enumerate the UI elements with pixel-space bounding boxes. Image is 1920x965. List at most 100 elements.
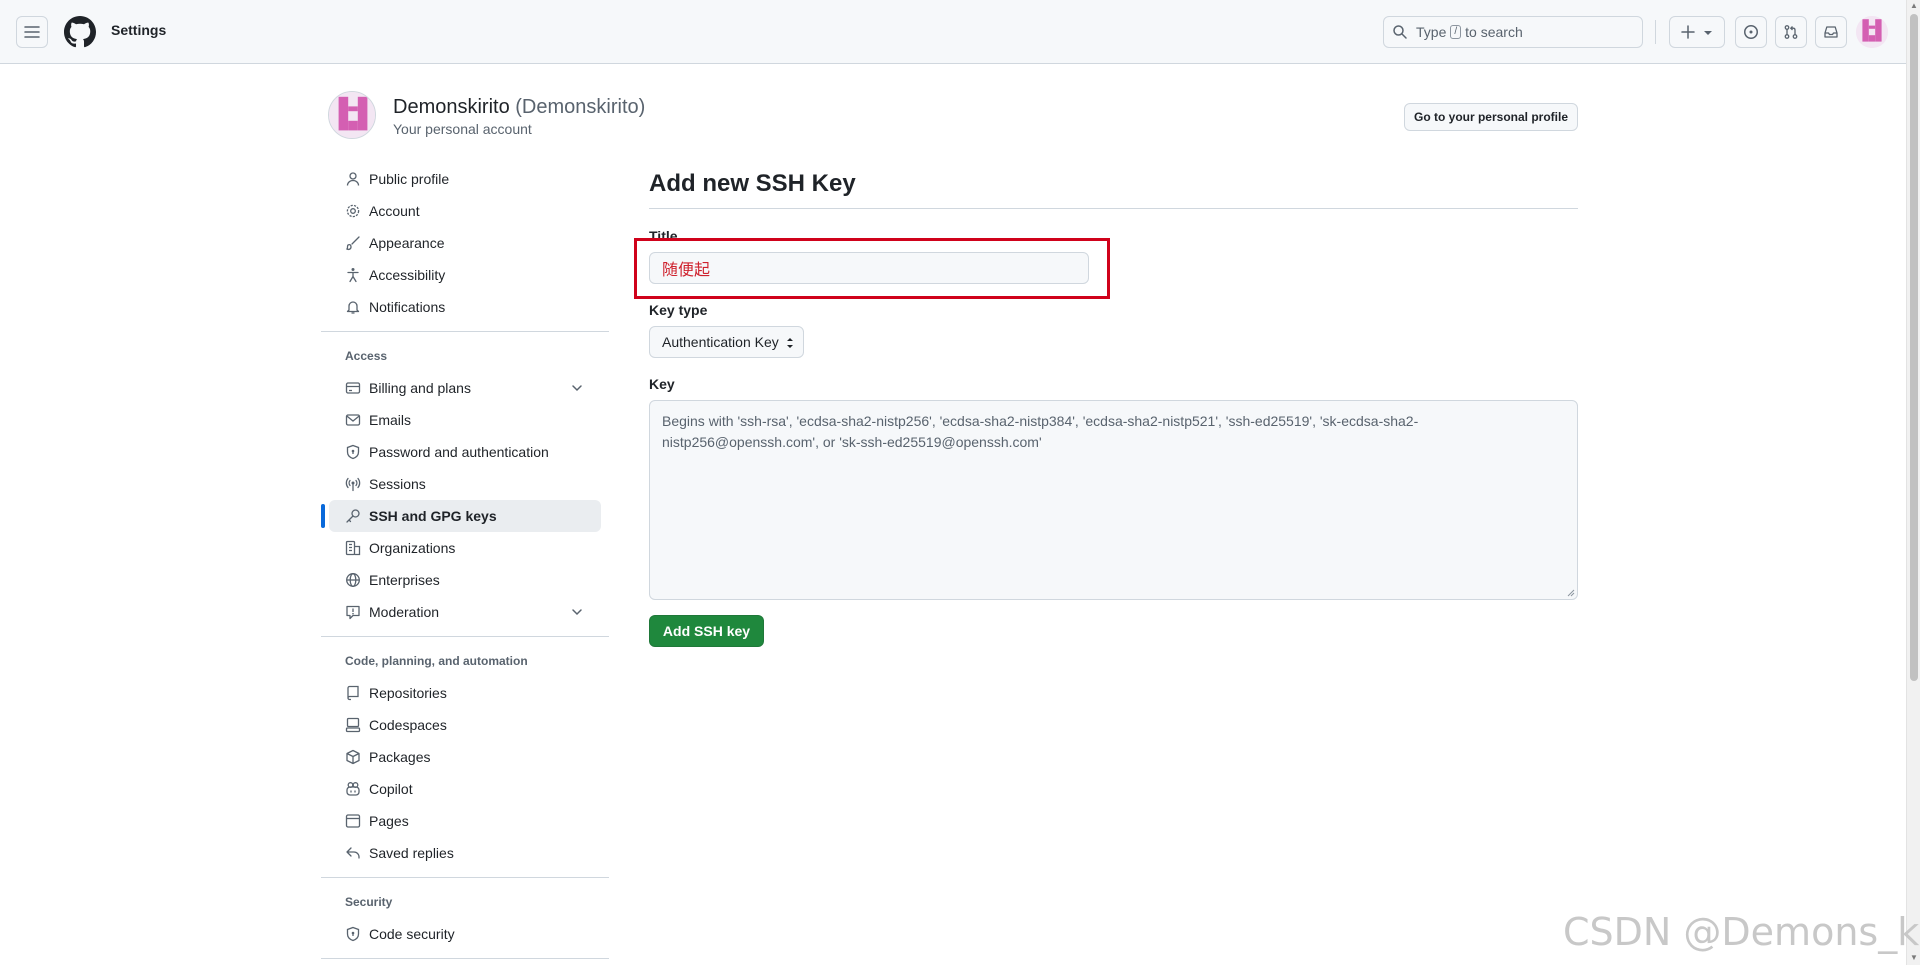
sidebar-item-enterprises[interactable]: Enterprises (329, 564, 601, 596)
page-scrollbar[interactable]: ▲ ▼ (1906, 0, 1920, 965)
account-subtitle: Your personal account (393, 121, 532, 137)
sidebar-item-accessibility[interactable]: Accessibility (329, 259, 601, 291)
sidebar-item-saved-replies[interactable]: Saved replies (329, 837, 601, 869)
key-type-label: Key type (649, 302, 708, 318)
menu-button[interactable] (16, 16, 48, 48)
issue-opened-icon (1744, 25, 1758, 39)
sidebar-item-public-profile[interactable]: Public profile (329, 163, 601, 195)
title-divider (649, 208, 1578, 209)
sidebar-heading-security: Security (345, 895, 393, 909)
sidebar-item-label: Billing and plans (369, 380, 471, 396)
account-login: (Demonskirito) (515, 96, 646, 118)
create-new-button[interactable] (1669, 16, 1725, 48)
sidebar-item-label: Packages (369, 749, 431, 765)
sidebar-item-pages[interactable]: Pages (329, 805, 601, 837)
person-icon (346, 172, 360, 186)
sidebar-item-repositories[interactable]: Repositories (329, 677, 601, 709)
plus-icon (1681, 25, 1695, 39)
broadcast-icon (345, 477, 361, 492)
watermark: CSDN @Demons_kirit (1563, 910, 1920, 954)
app-header: Settings Type / to search (0, 0, 1906, 64)
sidebar-item-label: Copilot (369, 781, 413, 797)
sidebar-item-billing[interactable]: Billing and plans (329, 372, 601, 404)
issues-button[interactable] (1735, 16, 1767, 48)
globe-icon (346, 573, 360, 587)
chevron-down-icon (572, 609, 582, 616)
settings-sidebar: Public profile Account Appearance Access… (321, 163, 609, 965)
key-icon (346, 509, 360, 523)
pull-requests-button[interactable] (1775, 16, 1807, 48)
search-shortcut-key: / (1450, 25, 1462, 39)
package-icon (346, 749, 360, 765)
sidebar-item-label: Appearance (369, 235, 445, 251)
sidebar-item-sessions[interactable]: Sessions (329, 468, 601, 500)
add-ssh-key-button[interactable]: Add SSH key (649, 615, 764, 647)
page-context-title[interactable]: Settings (111, 22, 166, 38)
sidebar-item-notifications[interactable]: Notifications (329, 291, 601, 323)
sidebar-item-appearance[interactable]: Appearance (329, 227, 601, 259)
sidebar-item-label: Account (369, 203, 420, 219)
account-display-name[interactable]: Demonskirito (393, 96, 510, 118)
sidebar-item-label: SSH and GPG keys (369, 508, 497, 524)
sidebar-item-label: Enterprises (369, 572, 440, 588)
scroll-down-arrow-icon[interactable]: ▼ (1910, 954, 1918, 962)
sidebar-item-ssh-gpg-keys[interactable]: SSH and GPG keys (321, 500, 601, 532)
browser-icon (345, 814, 361, 828)
identicon-icon (329, 92, 375, 138)
scroll-thumb[interactable] (1910, 14, 1918, 681)
sidebar-item-label: Notifications (369, 299, 446, 315)
sidebar-item-label: Codespaces (369, 717, 447, 733)
sidebar-item-label: Organizations (369, 540, 456, 556)
accessibility-icon (347, 268, 359, 283)
hamburger-icon (24, 26, 40, 38)
resize-handle-icon[interactable] (1567, 589, 1575, 597)
paintbrush-icon (345, 236, 360, 251)
search-icon (1393, 25, 1407, 39)
search-input[interactable]: Type / to search (1383, 16, 1643, 48)
sidebar-divider (321, 636, 609, 637)
shield-lock-icon (346, 926, 360, 942)
sidebar-item-account[interactable]: Account (329, 195, 601, 227)
sidebar-item-packages[interactable]: Packages (329, 741, 601, 773)
git-pull-request-icon (1784, 25, 1798, 39)
annotation-highlight-box (634, 238, 1110, 299)
sidebar-item-code-security[interactable]: Code security (329, 918, 601, 950)
page-title: Add new SSH Key (649, 170, 856, 197)
sidebar-item-label: Accessibility (369, 267, 446, 283)
scroll-up-arrow-icon[interactable]: ▲ (1910, 2, 1918, 10)
gear-icon (346, 204, 360, 218)
header-divider (1655, 20, 1656, 44)
sidebar-item-label: Public profile (369, 171, 450, 187)
sidebar-divider (321, 877, 609, 878)
github-logo-icon[interactable] (64, 16, 96, 48)
sidebar-divider (321, 958, 609, 959)
select-arrows-icon (787, 338, 793, 348)
sidebar-item-moderation[interactable]: Moderation (329, 596, 601, 628)
sidebar-item-label: Moderation (369, 604, 440, 620)
report-icon (346, 605, 360, 620)
sidebar-heading-code: Code, planning, and automation (345, 654, 528, 668)
sidebar-divider (321, 331, 609, 332)
mail-icon (345, 414, 361, 426)
go-to-profile-button[interactable]: Go to your personal profile (1404, 103, 1578, 131)
shield-lock-icon (346, 444, 360, 460)
inbox-icon (1824, 26, 1838, 38)
codespaces-icon (345, 717, 361, 733)
inbox-button[interactable] (1815, 16, 1847, 48)
identicon-icon (1856, 16, 1888, 48)
sidebar-item-emails[interactable]: Emails (329, 404, 601, 436)
sidebar-item-copilot[interactable]: Copilot (329, 773, 601, 805)
sidebar-item-codespaces[interactable]: Codespaces (329, 709, 601, 741)
search-placeholder-pre: Type (1416, 24, 1447, 40)
sidebar-heading-access: Access (345, 349, 388, 363)
sidebar-item-label: Sessions (369, 476, 426, 492)
triangle-down-icon (1704, 31, 1712, 35)
copilot-icon (346, 782, 360, 796)
sidebar-item-password-auth[interactable]: Password and authentication (329, 436, 601, 468)
key-textarea[interactable]: Begins with 'ssh-rsa', 'ecdsa-sha2-nistp… (649, 400, 1578, 600)
user-avatar[interactable] (1856, 16, 1888, 48)
sidebar-item-organizations[interactable]: Organizations (329, 532, 601, 564)
organization-icon (345, 540, 361, 556)
account-avatar (328, 91, 376, 139)
key-type-select[interactable]: Authentication Key (649, 326, 804, 358)
